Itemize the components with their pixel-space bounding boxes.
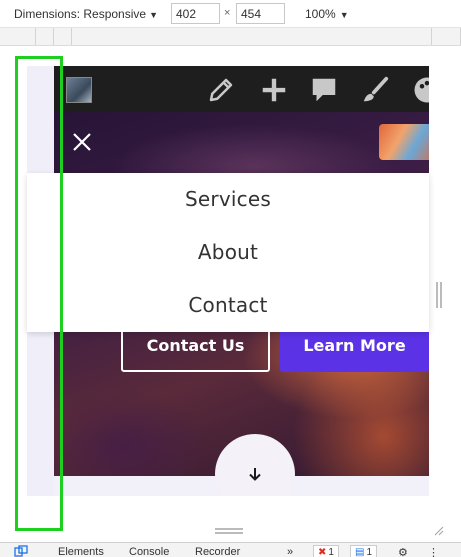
ruler-segment[interactable]	[432, 28, 461, 45]
gear-icon[interactable]: ⚙	[398, 546, 408, 557]
error-count: 1	[328, 546, 334, 557]
menu-item-about[interactable]: About	[27, 240, 429, 264]
device-canvas: Contact Us Learn More Services About Con…	[0, 46, 461, 542]
dimensions-label: Dimensions: Responsive	[14, 7, 147, 21]
tab-console[interactable]: Console	[129, 546, 169, 557]
learn-more-label: Learn More	[303, 335, 406, 355]
mobile-nav-menu: Services About Contact	[27, 173, 429, 332]
menu-item-services[interactable]: Services	[27, 187, 429, 211]
tab-recorder[interactable]: Recorder	[195, 546, 240, 557]
device-toolbar: Dimensions: Responsive▼ × 100%▼	[0, 0, 461, 28]
ruler-segment[interactable]	[0, 28, 36, 45]
media-query-ruler[interactable]	[0, 28, 461, 46]
zoom-label: 100%	[305, 7, 336, 21]
resize-handle-right[interactable]	[436, 282, 442, 308]
menu-item-contact[interactable]: Contact	[27, 293, 429, 317]
ruler-segment[interactable]	[72, 28, 432, 45]
site-logo[interactable]	[379, 124, 429, 160]
times-symbol: ×	[224, 7, 231, 19]
pencil-icon[interactable]	[206, 75, 236, 105]
plus-icon[interactable]	[259, 75, 289, 105]
dimensions-dropdown[interactable]: Dimensions: Responsive ▼	[14, 7, 158, 21]
arrow-down-icon	[249, 468, 261, 481]
chevron-down-icon: ▼	[339, 10, 349, 20]
ruler-segment[interactable]	[36, 28, 54, 45]
width-input[interactable]	[171, 3, 220, 24]
more-tabs-button[interactable]: »	[287, 546, 293, 557]
height-input[interactable]	[236, 3, 285, 24]
brush-icon[interactable]	[360, 75, 390, 105]
error-count-badge[interactable]: ✖ 1	[313, 545, 339, 557]
zoom-dropdown[interactable]: 100% ▼	[305, 7, 349, 21]
close-icon[interactable]	[70, 130, 94, 154]
comment-icon[interactable]	[309, 75, 339, 105]
tab-elements[interactable]: Elements	[58, 546, 104, 557]
site-header	[54, 112, 429, 173]
palette-icon[interactable]	[412, 75, 429, 105]
resize-handle-bottom[interactable]	[215, 528, 243, 536]
error-icon: ✖	[318, 546, 327, 557]
admin-bar	[54, 66, 429, 112]
devtools-tab-strip: Elements Console Recorder » ✖ 1 ▤ 1 ⚙ ⋮	[0, 542, 461, 557]
devtools-device-mode: Dimensions: Responsive▼ × 100%▼	[0, 0, 461, 557]
ruler-segment[interactable]	[54, 28, 72, 45]
resize-corner-icon[interactable]	[432, 524, 444, 536]
message-count: 1	[366, 546, 373, 557]
message-icon: ▤	[355, 546, 365, 557]
highlight-rectangle	[15, 56, 63, 531]
message-count-badge[interactable]: ▤ 1	[350, 545, 378, 557]
kebab-menu-icon[interactable]: ⋮	[428, 546, 439, 557]
user-avatar[interactable]	[66, 77, 92, 103]
chevron-down-icon: ▼	[149, 10, 158, 20]
contact-us-label: Contact Us	[146, 335, 245, 355]
device-toggle-icon[interactable]	[14, 545, 28, 557]
